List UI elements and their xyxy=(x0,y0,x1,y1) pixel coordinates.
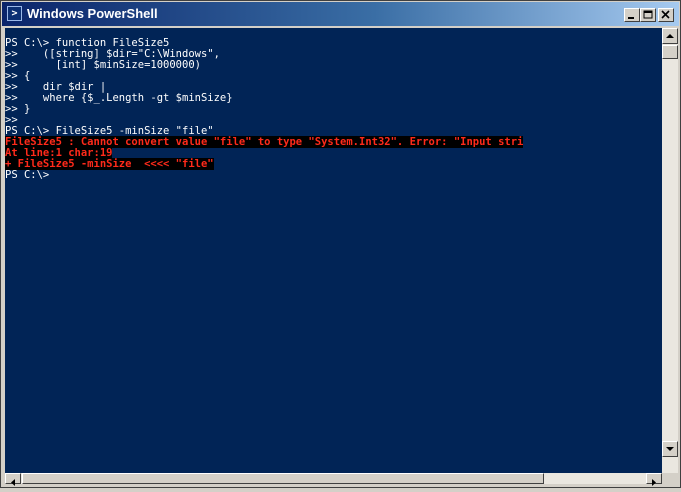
minimize-button[interactable] xyxy=(624,8,640,22)
console-lines: PS C:\> function FileSize5 >> ([string] $… xyxy=(5,38,662,181)
minimize-icon xyxy=(628,17,634,19)
arrow-left-icon xyxy=(11,479,15,486)
vertical-scroll-thumb[interactable] xyxy=(662,45,678,59)
maximize-button[interactable] xyxy=(640,8,656,22)
scroll-left-button[interactable] xyxy=(5,473,21,486)
maximize-icon xyxy=(643,10,653,19)
close-button[interactable] xyxy=(658,8,674,22)
arrow-right-icon xyxy=(652,479,656,486)
console-line: >> } xyxy=(5,103,31,115)
console-line: PS C:\> xyxy=(5,169,50,181)
console-output[interactable]: PS C:\> function FileSize5 >> ([string] $… xyxy=(5,28,662,484)
console-line: >> where {$_.Length -gt $minSize} xyxy=(5,92,233,104)
error-line: + FileSize5 -minSize <<<< "file" xyxy=(5,158,662,170)
scroll-right-button[interactable] xyxy=(646,473,662,486)
scroll-up-button[interactable] xyxy=(662,28,678,44)
vertical-scrollbar[interactable] xyxy=(662,28,678,484)
horizontal-scroll-thumb[interactable] xyxy=(22,473,544,484)
title-bar[interactable]: > Windows PowerShell xyxy=(2,2,679,26)
resize-grip[interactable] xyxy=(662,473,678,484)
arrow-down-icon xyxy=(666,447,674,451)
powershell-icon[interactable]: > xyxy=(7,6,22,21)
arrow-up-icon xyxy=(666,34,674,38)
scroll-down-button[interactable] xyxy=(662,441,678,457)
powershell-window: > Windows PowerShell PS C:\> function Fi… xyxy=(0,0,681,488)
horizontal-scrollbar[interactable] xyxy=(5,473,662,486)
console-line: >> [int] $minSize=1000000) xyxy=(5,59,201,71)
close-icon xyxy=(661,10,670,19)
window-title: Windows PowerShell xyxy=(27,6,158,21)
